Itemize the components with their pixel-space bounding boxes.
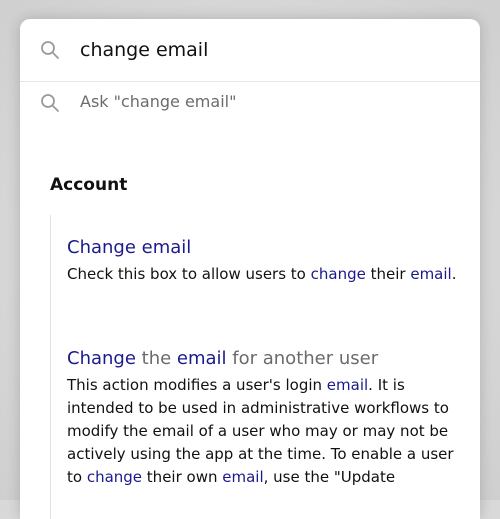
section-title: Account — [50, 175, 128, 195]
text-fragment: for another user — [226, 348, 379, 369]
highlight-term: Change — [67, 348, 136, 369]
text-fragment: This action modifies a user's login — [67, 376, 327, 394]
text-fragment: Check this box to allow users to — [67, 265, 311, 283]
text-fragment: their own — [142, 468, 223, 486]
result-description: Check this box to allow users to change … — [67, 263, 459, 286]
result-title-link[interactable]: Change email — [67, 235, 459, 261]
ask-suggestion-label: Ask "change email" — [80, 92, 237, 111]
highlight-term: change — [310, 265, 366, 283]
result-item: Change the email for another user This a… — [67, 346, 459, 489]
result-title-link[interactable]: Change the email for another user — [67, 346, 459, 372]
highlight-term: email — [326, 376, 369, 394]
highlight-term: change — [86, 468, 143, 486]
text-fragment: their — [365, 265, 411, 283]
text-fragment: . — [451, 265, 457, 283]
search-panel: Ask "change email" Account Change email … — [20, 19, 480, 519]
results-list: Change email Check this box to allow use… — [50, 215, 461, 519]
search-icon — [40, 93, 60, 113]
search-icon — [40, 40, 60, 60]
highlight-term: email — [176, 348, 227, 369]
result-description: This action modifies a user's login emai… — [67, 374, 459, 489]
result-item: Change email Check this box to allow use… — [67, 235, 459, 286]
search-input[interactable] — [80, 36, 460, 64]
search-bar[interactable] — [20, 19, 480, 82]
text-fragment: the — [135, 348, 177, 369]
highlight-term: email — [222, 468, 264, 486]
ask-suggestion[interactable]: Ask "change email" — [20, 82, 480, 126]
highlight-term: email — [410, 265, 452, 283]
text-fragment: , use the "Update — [263, 468, 396, 486]
